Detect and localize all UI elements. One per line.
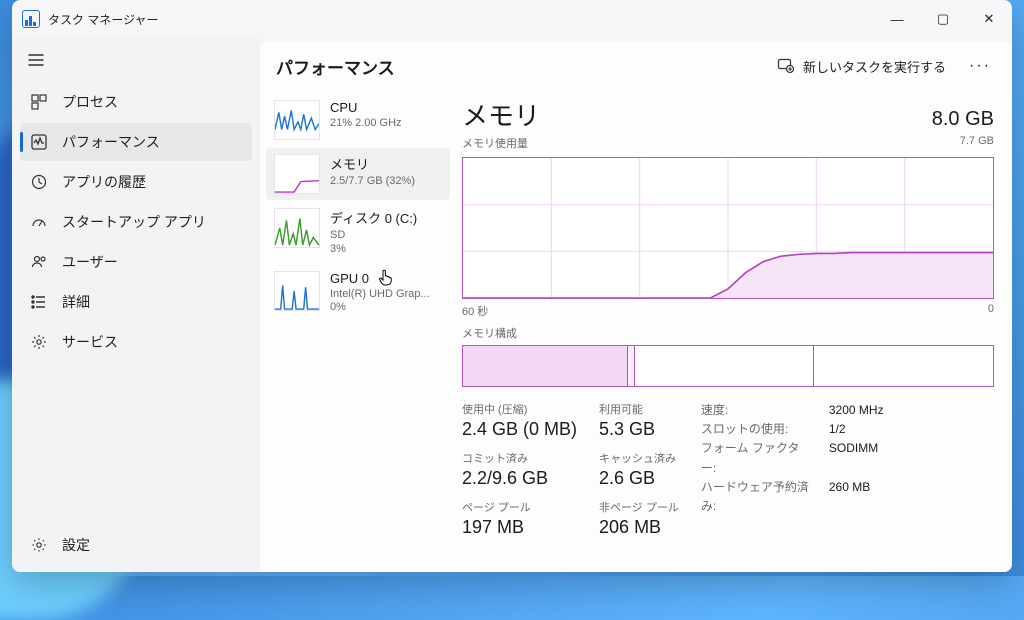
sidebar-item-startup[interactable]: スタートアップ アプリ <box>20 203 252 241</box>
mini-cpu-name: CPU <box>330 100 442 115</box>
more-options-button[interactable]: ··· <box>964 50 996 82</box>
kv-slots-k: スロットの使用: <box>701 420 811 439</box>
stat-paged-value: 197 MB <box>462 517 577 538</box>
stat-avail-value: 5.3 GB <box>599 419 679 440</box>
detail-total: 8.0 GB <box>932 108 994 131</box>
mini-item-cpu[interactable]: CPU 21% 2.00 GHz <box>266 94 450 146</box>
hamburger-button[interactable] <box>16 42 56 78</box>
memory-composition-bar <box>462 345 994 387</box>
composition-label: メモリ構成 <box>462 325 994 341</box>
sidebar-item-label: 詳細 <box>62 292 90 312</box>
memory-usage-graph <box>462 157 994 299</box>
sidebar: プロセス パフォーマンス アプリの履歴 スタートアップ アプリ <box>12 38 260 572</box>
usable-total: 7.7 GB <box>960 135 994 151</box>
kv-form-v: SODIMM <box>829 439 878 477</box>
sidebar-item-performance[interactable]: パフォーマンス <box>20 123 252 161</box>
stat-avail-label: 利用可能 <box>599 401 679 417</box>
sidebar-item-label: パフォーマンス <box>62 132 160 152</box>
usage-label: メモリ使用量 <box>462 135 528 151</box>
window-maximize-button[interactable]: ▢ <box>920 0 966 38</box>
kv-form-k: フォーム ファクター: <box>701 439 811 477</box>
window-close-button[interactable]: ✕ <box>966 0 1012 38</box>
activity-icon <box>30 134 48 150</box>
memory-sparkline <box>274 154 320 194</box>
titlebar: タスク マネージャー — ▢ ✕ <box>12 0 1012 38</box>
users-icon <box>30 254 48 270</box>
stat-paged-label: ページ プール <box>462 499 577 515</box>
stat-nonpaged-label: 非ページ プール <box>599 499 679 515</box>
content-area: パフォーマンス 新しいタスクを実行する ··· <box>260 42 1012 572</box>
memory-stats: 使用中 (圧縮) 2.4 GB (0 MB) コミット済み 2.2/9.6 GB… <box>462 401 994 538</box>
kv-hw-v: 260 MB <box>829 478 870 516</box>
sidebar-item-settings[interactable]: 設定 <box>20 526 252 564</box>
mini-gpu-name: GPU 0 <box>330 271 442 286</box>
mini-disk-sub2: 3% <box>330 243 442 257</box>
detail-title: メモリ <box>462 96 540 133</box>
window-minimize-button[interactable]: — <box>874 0 920 38</box>
axis-right: 0 <box>988 303 994 319</box>
gear-icon <box>30 334 48 350</box>
sidebar-item-label: 設定 <box>62 535 90 555</box>
gpu-sparkline <box>274 271 320 311</box>
list-icon <box>30 294 48 310</box>
mini-cpu-sub: 21% 2.00 GHz <box>330 117 442 131</box>
sidebar-item-services[interactable]: サービス <box>20 323 252 361</box>
sidebar-item-app-history[interactable]: アプリの履歴 <box>20 163 252 201</box>
cpu-sparkline <box>274 100 320 140</box>
sidebar-item-label: プロセス <box>62 92 118 112</box>
stat-nonpaged-value: 206 MB <box>599 517 679 538</box>
content-header: パフォーマンス 新しいタスクを実行する ··· <box>260 42 1012 90</box>
kv-hw-k: ハードウェア予約済み: <box>701 478 811 516</box>
stat-inuse-value: 2.4 GB (0 MB) <box>462 419 577 440</box>
sidebar-item-label: アプリの履歴 <box>62 172 146 192</box>
app-icon <box>22 10 40 28</box>
detail-panel: メモリ 8.0 GB メモリ使用量 7.7 GB 60 秒 0 メモリ構成 <box>452 90 1012 572</box>
mini-item-gpu[interactable]: GPU 0 Intel(R) UHD Grap... 0% <box>266 265 450 322</box>
stat-inuse-label: 使用中 (圧縮) <box>462 401 577 417</box>
memory-kv-list: 速度: 3200 MHz スロットの使用: 1/2 フォーム ファクター: SODIM… <box>701 401 884 538</box>
mini-item-memory[interactable]: メモリ 2.5/7.7 GB (32%) <box>266 148 450 200</box>
run-task-label: 新しいタスクを実行する <box>803 57 946 76</box>
stat-commit-value: 2.2/9.6 GB <box>462 468 577 489</box>
grid-icon <box>30 94 48 110</box>
sidebar-item-label: サービス <box>62 332 118 352</box>
disk-sparkline <box>274 208 320 248</box>
app-title: タスク マネージャー <box>48 11 159 28</box>
mini-gpu-sub1: Intel(R) UHD Grap... <box>330 288 442 302</box>
gauge-icon <box>30 214 48 230</box>
page-title: パフォーマンス <box>276 54 395 79</box>
settings-icon <box>30 537 48 553</box>
kv-speed-k: 速度: <box>701 401 811 420</box>
kv-slots-v: 1/2 <box>829 420 846 439</box>
mini-gpu-sub2: 0% <box>330 301 442 315</box>
mini-disk-sub1: SD <box>330 229 442 243</box>
axis-left: 60 秒 <box>462 303 488 319</box>
mini-memory-sub: 2.5/7.7 GB (32%) <box>330 175 442 189</box>
stat-commit-label: コミット済み <box>462 450 577 466</box>
sidebar-item-users[interactable]: ユーザー <box>20 243 252 281</box>
sidebar-item-label: ユーザー <box>62 252 118 272</box>
stat-cached-label: キャッシュ済み <box>599 450 679 466</box>
mini-item-disk[interactable]: ディスク 0 (C:) SD 3% <box>266 202 450 263</box>
run-new-task-button[interactable]: 新しいタスクを実行する <box>767 51 956 82</box>
sidebar-item-label: スタートアップ アプリ <box>62 212 206 232</box>
stat-cached-value: 2.6 GB <box>599 468 679 489</box>
history-icon <box>30 174 48 190</box>
task-manager-window: タスク マネージャー — ▢ ✕ プロセス パフォーマンス <box>12 0 1012 572</box>
sidebar-item-details[interactable]: 詳細 <box>20 283 252 321</box>
resource-mini-list: CPU 21% 2.00 GHz メモリ 2.5/7.7 GB (32%) <box>264 90 452 572</box>
sidebar-item-processes[interactable]: プロセス <box>20 83 252 121</box>
mini-memory-name: メモリ <box>330 154 442 173</box>
mini-disk-name: ディスク 0 (C:) <box>330 208 442 227</box>
kv-speed-v: 3200 MHz <box>829 401 884 420</box>
run-task-icon <box>777 57 795 75</box>
